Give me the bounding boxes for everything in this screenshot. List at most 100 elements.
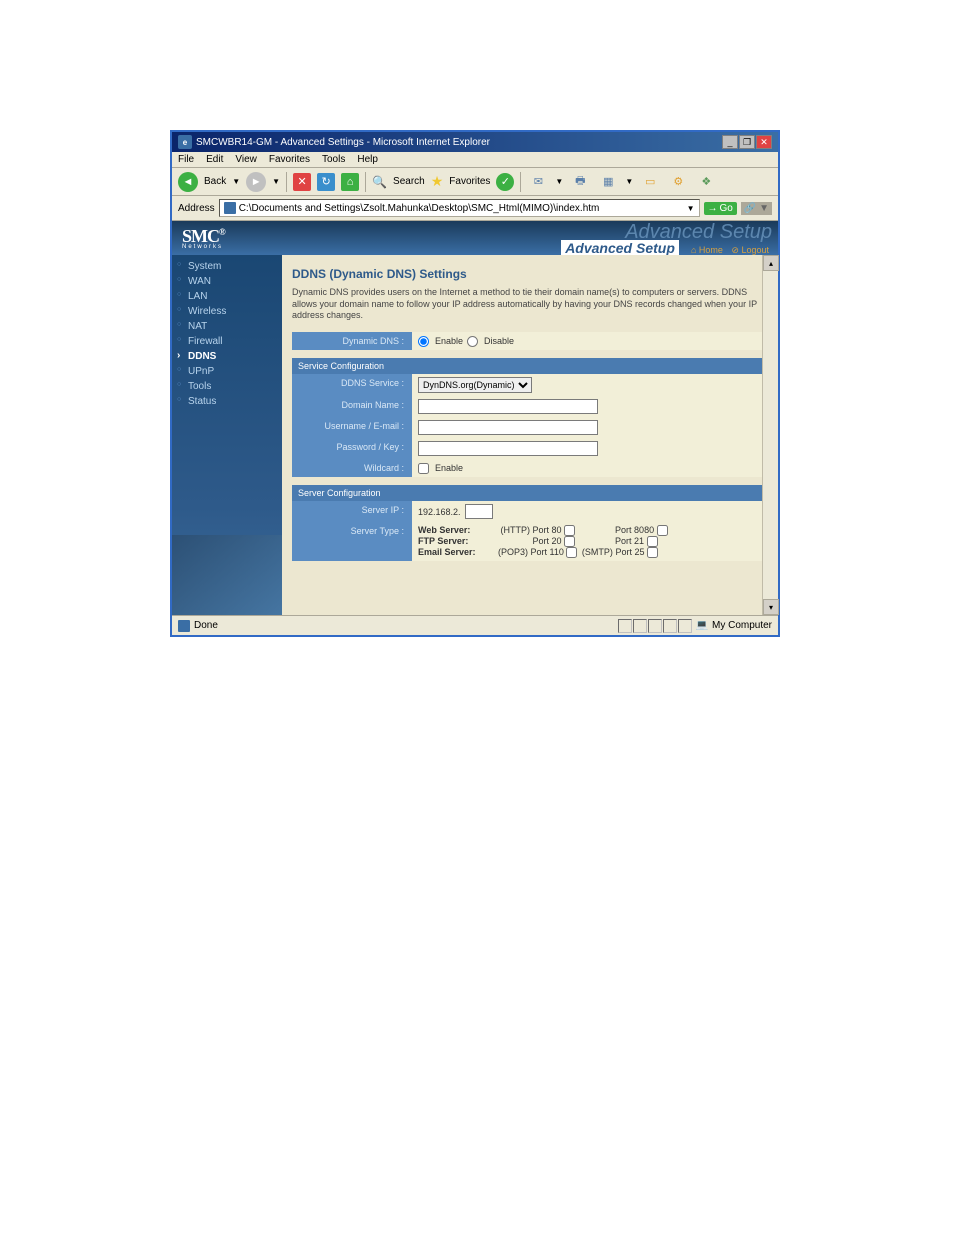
computer-icon: 💻 xyxy=(696,620,708,631)
page-title: DDNS (Dynamic DNS) Settings xyxy=(292,267,768,281)
ddns-service-select[interactable]: DynDNS.org(Dynamic) xyxy=(418,377,532,393)
port20-checkbox[interactable] xyxy=(564,536,575,547)
ddns-service-label: DDNS Service : xyxy=(292,374,412,396)
page-icon xyxy=(224,202,236,214)
port110-label: Port 110 xyxy=(531,547,564,557)
port21-checkbox[interactable] xyxy=(647,536,658,547)
port80-checkbox[interactable] xyxy=(564,525,575,536)
sidebar-item-nat[interactable]: NAT xyxy=(172,319,282,334)
sidebar-item-status[interactable]: Status xyxy=(172,394,282,409)
sidebar-item-ddns[interactable]: DDNS xyxy=(172,349,282,364)
sidebar-item-wireless[interactable]: Wireless xyxy=(172,304,282,319)
content-area: System WAN LAN Wireless NAT Firewall DDN… xyxy=(172,255,778,615)
links-button[interactable]: 🔗 ▼ xyxy=(741,202,772,215)
favorites-star-icon: ★ xyxy=(431,173,444,190)
back-label[interactable]: Back xyxy=(204,176,226,187)
sidebar-item-upnp[interactable]: UPnP xyxy=(172,364,282,379)
status-panes xyxy=(618,619,692,633)
wildcard-label: Wildcard : xyxy=(292,459,412,477)
pop3-label: (POP3) xyxy=(498,547,528,557)
tool-button-1[interactable]: ▭ xyxy=(639,171,661,193)
status-text: Done xyxy=(194,620,218,631)
menu-file[interactable]: File xyxy=(178,154,194,165)
domain-name-input[interactable] xyxy=(418,399,598,414)
go-button[interactable]: → Go xyxy=(704,202,737,215)
stop-button[interactable]: ✕ xyxy=(293,173,311,191)
port8080-checkbox[interactable] xyxy=(657,525,668,536)
scroll-up-button[interactable]: ▴ xyxy=(763,255,779,271)
address-input[interactable]: C:\Documents and Settings\Zsolt.Mahunka\… xyxy=(219,199,700,217)
username-label: Username / E-mail : xyxy=(292,417,412,438)
server-config-header: Server Configuration xyxy=(292,485,768,501)
print-button[interactable]: 🖶 xyxy=(569,171,591,193)
sidebar-item-tools[interactable]: Tools xyxy=(172,379,282,394)
history-button[interactable]: ✓ xyxy=(496,173,514,191)
username-input[interactable] xyxy=(418,420,598,435)
menu-tools[interactable]: Tools xyxy=(322,154,345,165)
sidebar-item-firewall[interactable]: Firewall xyxy=(172,334,282,349)
port80-label: Port 80 xyxy=(533,525,562,535)
maximize-button[interactable]: ❐ xyxy=(739,135,755,149)
menu-help[interactable]: Help xyxy=(357,154,378,165)
mail-button[interactable]: ✉ xyxy=(527,171,549,193)
home-link[interactable]: ⌂ Home xyxy=(691,245,723,255)
banner-ghost-text: Advanced Setup xyxy=(561,221,772,244)
minimize-button[interactable]: _ xyxy=(722,135,738,149)
sidebar-item-lan[interactable]: LAN xyxy=(172,289,282,304)
service-config-header: Service Configuration xyxy=(292,358,768,374)
favorites-button[interactable]: Favorites xyxy=(449,176,490,187)
mail-dropdown[interactable]: ▼ xyxy=(555,177,563,186)
back-dropdown[interactable]: ▼ xyxy=(232,177,240,186)
password-input[interactable] xyxy=(418,441,598,456)
titlebar: e SMCWBR14-GM - Advanced Settings - Micr… xyxy=(172,132,778,152)
refresh-button[interactable]: ↻ xyxy=(317,173,335,191)
back-button[interactable]: ◄ xyxy=(178,172,198,192)
search-button[interactable]: Search xyxy=(393,176,425,187)
menu-view[interactable]: View xyxy=(235,154,257,165)
domain-name-label: Domain Name : xyxy=(292,396,412,417)
port8080-label: Port 8080 xyxy=(615,525,654,535)
close-button[interactable]: ✕ xyxy=(756,135,772,149)
port110-checkbox[interactable] xyxy=(566,547,577,558)
web-server-label: Web Server: xyxy=(418,525,498,535)
email-server-label: Email Server: xyxy=(418,547,498,557)
edit-dropdown[interactable]: ▼ xyxy=(625,177,633,186)
ftp-server-label: FTP Server: xyxy=(418,536,498,546)
main-content: DDNS (Dynamic DNS) Settings Dynamic DNS … xyxy=(282,255,778,615)
port25-checkbox[interactable] xyxy=(647,547,658,558)
sidebar-item-wan[interactable]: WAN xyxy=(172,274,282,289)
forward-dropdown[interactable]: ▼ xyxy=(272,177,280,186)
ddns-enable-radio[interactable] xyxy=(418,336,429,347)
ddns-disable-radio[interactable] xyxy=(467,336,478,347)
address-label: Address xyxy=(178,203,215,214)
separator xyxy=(520,172,521,192)
sidebar-item-system[interactable]: System xyxy=(172,259,282,274)
browser-window: e SMCWBR14-GM - Advanced Settings - Micr… xyxy=(170,130,780,637)
menubar: File Edit View Favorites Tools Help xyxy=(172,152,778,168)
tool-button-3[interactable]: ❖ xyxy=(695,171,717,193)
sidebar-list: System WAN LAN Wireless NAT Firewall DDN… xyxy=(172,259,282,409)
smc-logo: SMC® xyxy=(182,226,225,246)
menu-edit[interactable]: Edit xyxy=(206,154,223,165)
logout-link[interactable]: ⊘ Logout xyxy=(731,245,769,255)
page-description: Dynamic DNS provides users on the Intern… xyxy=(292,287,768,322)
menu-favorites[interactable]: Favorites xyxy=(269,154,310,165)
edit-button[interactable]: ▦ xyxy=(597,171,619,193)
address-dropdown[interactable]: ▼ xyxy=(687,204,695,213)
server-ip-input[interactable] xyxy=(465,504,493,519)
tool-button-2[interactable]: ⚙ xyxy=(667,171,689,193)
dynamic-dns-label: Dynamic DNS : xyxy=(292,332,412,350)
vertical-scrollbar[interactable]: ▴ ▾ xyxy=(762,255,778,615)
enable-label: Enable xyxy=(435,336,463,346)
home-button[interactable]: ⌂ xyxy=(341,173,359,191)
ie-icon: e xyxy=(178,135,192,149)
wildcard-checkbox[interactable] xyxy=(418,463,429,474)
sidebar-decorative-image xyxy=(172,535,282,615)
port21-label: Port 21 xyxy=(615,536,644,546)
http-proto-label: (HTTP) xyxy=(501,525,531,535)
server-ip-prefix: 192.168.2. xyxy=(418,507,461,517)
smtp-label: (SMTP) xyxy=(582,547,613,557)
toolbar: ◄ Back ▼ ► ▼ ✕ ↻ ⌂ 🔍 Search ★ Favorites … xyxy=(172,168,778,196)
forward-button[interactable]: ► xyxy=(246,172,266,192)
scroll-down-button[interactable]: ▾ xyxy=(763,599,779,615)
